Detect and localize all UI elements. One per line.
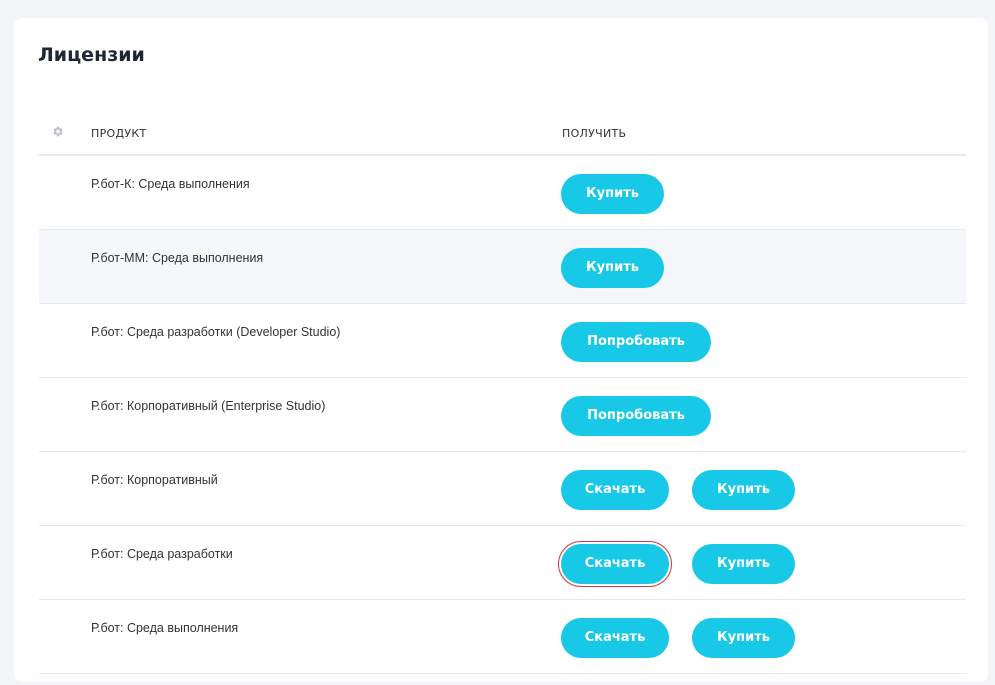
row-actions: Скачать Купить (561, 470, 795, 510)
gear-icon[interactable] (51, 125, 64, 138)
product-name: Р.бот: Среда разработки (91, 547, 233, 561)
buy-button[interactable]: Купить (692, 544, 795, 584)
row-actions: Попробовать (561, 396, 711, 436)
download-button[interactable]: Скачать (558, 541, 672, 587)
try-button[interactable]: Попробовать (561, 322, 711, 362)
column-header-product[interactable]: ПРОДУКТ (91, 127, 147, 140)
product-name: Р.бот: Среда выполнения (91, 621, 239, 635)
row-actions: Купить (561, 248, 664, 288)
product-name: Р.бот: Среда разработки (Developer Studi… (91, 325, 341, 339)
try-button[interactable]: Попробовать (561, 396, 711, 436)
row-actions: Попробовать (561, 322, 711, 362)
table-row: Р.бот: Среда выполнения Скачать Купить (39, 600, 966, 674)
download-button[interactable]: Скачать (561, 470, 669, 510)
table-row: Р.бот: Корпоративный Скачать Купить (39, 452, 966, 526)
table-row: Р.бот-ММ: Среда выполнения Купить (39, 230, 966, 304)
licenses-card: Лицензии ПРОДУКТ ПОЛУЧИТЬ Р.бот-К: Среда… (14, 18, 988, 682)
table-row: Р.бот-К: Среда выполнения Купить (39, 156, 966, 230)
download-button[interactable]: Скачать (561, 618, 669, 658)
buy-button[interactable]: Купить (561, 248, 664, 288)
buy-button[interactable]: Купить (561, 174, 664, 214)
row-actions: Скачать Купить (558, 541, 795, 587)
buy-button[interactable]: Купить (692, 618, 795, 658)
column-header-get[interactable]: ПОЛУЧИТЬ (562, 127, 626, 140)
product-name: Р.бот: Корпоративный (Enterprise Studio) (91, 399, 326, 413)
table-row: Р.бот: Среда разработки (Developer Studi… (39, 304, 966, 378)
buy-button[interactable]: Купить (692, 470, 795, 510)
product-name: Р.бот-К: Среда выполнения (91, 177, 250, 191)
product-name: Р.бот: Корпоративный (91, 473, 218, 487)
licenses-table: ПРОДУКТ ПОЛУЧИТЬ Р.бот-К: Среда выполнен… (39, 115, 966, 674)
page-title: Лицензии (38, 44, 145, 66)
product-name: Р.бот-ММ: Среда выполнения (91, 251, 264, 265)
table-header: ПРОДУКТ ПОЛУЧИТЬ (39, 115, 966, 156)
row-actions: Скачать Купить (561, 618, 795, 658)
table-row: Р.бот: Корпоративный (Enterprise Studio)… (39, 378, 966, 452)
table-row: Р.бот: Среда разработки Скачать Купить (39, 526, 966, 600)
row-actions: Купить (561, 174, 664, 214)
